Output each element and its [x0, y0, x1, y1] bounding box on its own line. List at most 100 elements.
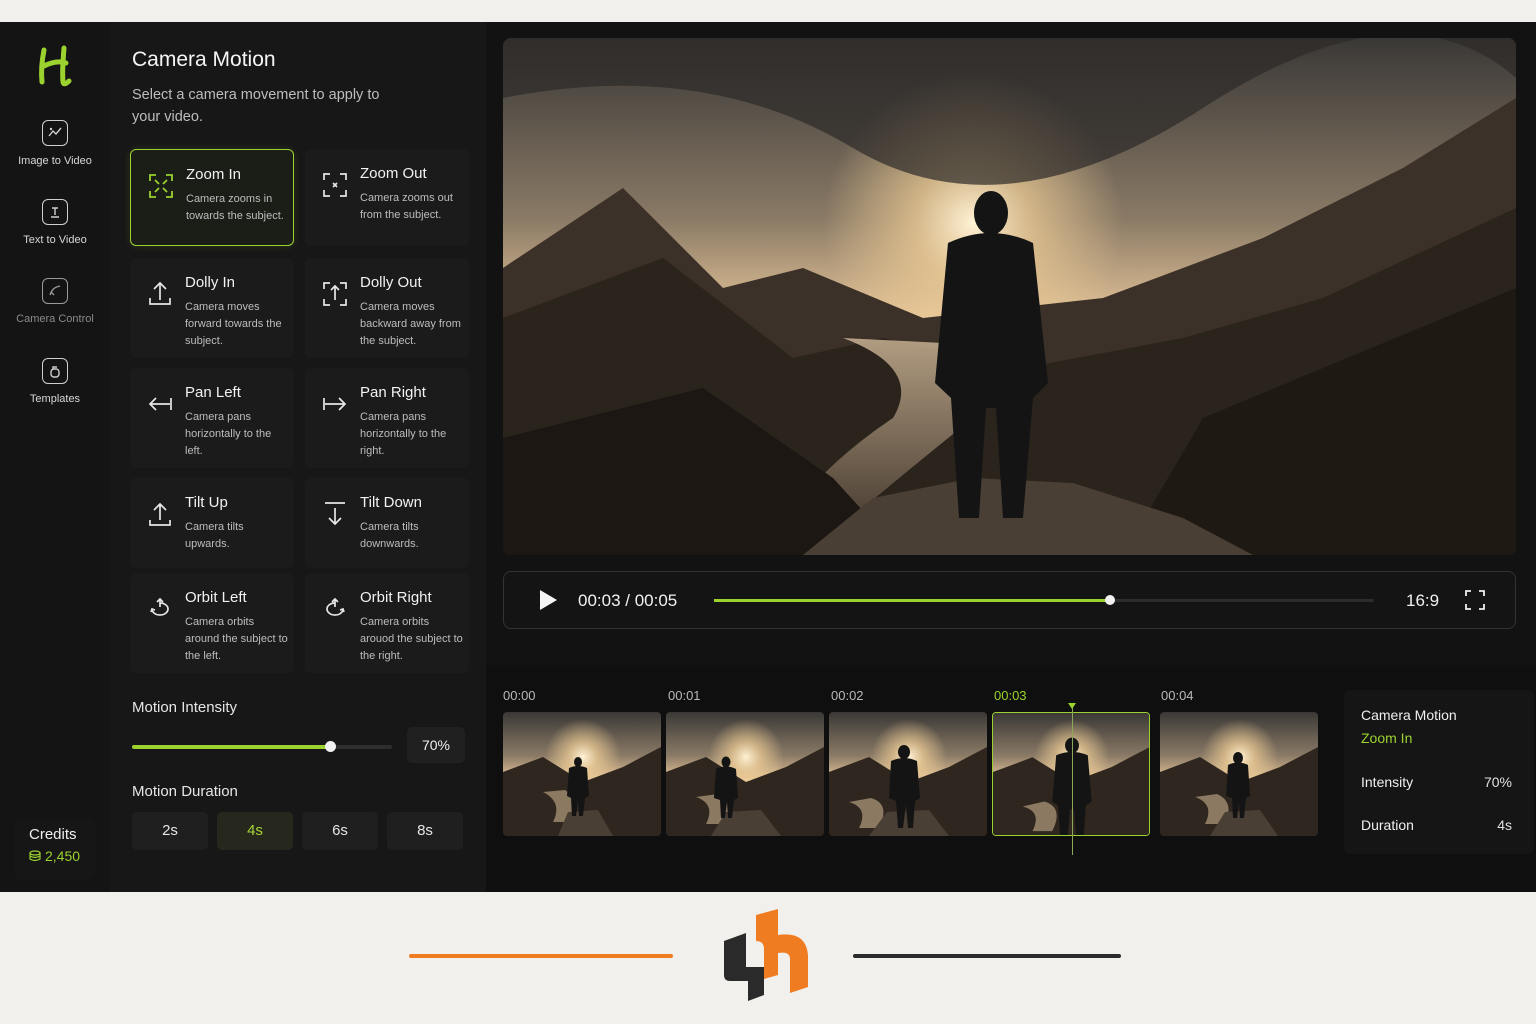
- motion-desc: Camera orbits around the subject to the …: [185, 616, 288, 662]
- image-video-icon: [42, 120, 68, 146]
- motion-card-dolly-out[interactable]: Dolly Out Camera moves backward away fro…: [305, 258, 469, 358]
- motion-name: Zoom Out: [360, 165, 427, 182]
- timeline-frame[interactable]: [503, 712, 661, 836]
- pan-left-icon: [148, 397, 172, 411]
- intensity-slider-fill: [132, 745, 330, 749]
- timeline-tick: 00:01: [668, 688, 701, 703]
- orbit-left-icon: [150, 597, 169, 616]
- motion-name: Orbit Left: [185, 589, 247, 606]
- playhead-marker-icon[interactable]: [1068, 703, 1076, 709]
- motion-desc: Camera moves forward towards the subject…: [185, 301, 282, 347]
- motion-card-pan-left[interactable]: Pan Left Camera pans horizontally to the…: [130, 368, 294, 468]
- summary-duration-label: Duration: [1361, 817, 1414, 833]
- motion-card-tilt-up[interactable]: Tilt Up Camera tilts upwards.: [130, 478, 294, 568]
- duration-button[interactable]: 6s: [302, 812, 378, 850]
- motion-name: Pan Left: [185, 384, 241, 401]
- timeline-tick: 00:00: [503, 688, 536, 703]
- summary-motion-label: Camera Motion: [1361, 707, 1457, 723]
- player-controls: 00:03 / 00:05 16:9: [503, 571, 1516, 629]
- motion-card-zoom-out[interactable]: Zoom Out Camera zooms out from the subje…: [305, 149, 469, 246]
- timeline-tick: 00:02: [831, 688, 864, 703]
- nav-label: Camera Control: [16, 313, 94, 325]
- pan-right-icon: [323, 397, 347, 411]
- zoom-out-icon: [323, 173, 347, 197]
- timeline-frame[interactable]: [829, 712, 987, 836]
- motion-name: Pan Right: [360, 384, 426, 401]
- left-rail: Image to Video Text to Video Camera Cont…: [0, 22, 110, 892]
- app-logo[interactable]: [36, 44, 76, 88]
- motion-desc: Camera zooms in towards the subject.: [186, 193, 284, 222]
- motion-intensity-label: Motion Intensity: [132, 699, 238, 716]
- intensity-slider[interactable]: [132, 741, 392, 752]
- intensity-slider-thumb[interactable]: [324, 741, 336, 752]
- nav-camera-control[interactable]: Camera Control: [0, 278, 110, 325]
- summary-intensity-label: Intensity: [1361, 774, 1414, 790]
- zoom-in-icon: [149, 174, 173, 198]
- nav-label: Templates: [29, 393, 81, 405]
- motion-card-zoom-in[interactable]: Zoom In Camera zooms in towards the subj…: [130, 149, 294, 246]
- orbit-right-icon: [326, 597, 345, 616]
- timecode: 00:03 / 00:05: [578, 591, 678, 610]
- credits-amount: 2,450: [45, 848, 81, 864]
- motion-name: Tilt Up: [185, 494, 228, 511]
- timeline-playhead[interactable]: [1072, 707, 1073, 855]
- tilt-up-icon: [149, 502, 171, 526]
- app-window: Image to Video Text to Video Camera Cont…: [0, 22, 1536, 892]
- seek-bar-fill: [714, 599, 1110, 602]
- fullscreen-icon[interactable]: [1464, 589, 1486, 611]
- motion-desc: Camera pans horizontally to the left.: [185, 411, 272, 457]
- nav-label: Text to Video: [23, 234, 87, 246]
- motion-desc: Camera moves backward away from the subj…: [360, 301, 461, 347]
- nav-label: Image to Video: [18, 155, 92, 167]
- motion-name: Dolly Out: [360, 274, 422, 291]
- motion-name: Tilt Down: [360, 494, 422, 511]
- dolly-in-icon: [149, 281, 171, 305]
- duration-button[interactable]: 2s: [132, 812, 208, 850]
- summary-duration-value: 4s: [1497, 817, 1512, 833]
- timeline-frame-current[interactable]: [992, 712, 1150, 836]
- coins-icon: [29, 850, 41, 862]
- brand-divider-left: [409, 954, 673, 958]
- motion-desc: Camera tilts upwards.: [185, 521, 244, 550]
- intensity-value[interactable]: 70%: [407, 727, 465, 763]
- templates-icon: [42, 358, 68, 384]
- dolly-out-icon: [323, 282, 347, 306]
- nav-templates[interactable]: Templates: [0, 358, 110, 405]
- motion-card-pan-right[interactable]: Pan Right Camera pans horizontally to th…: [305, 368, 469, 468]
- nav-image-to-video[interactable]: Image to Video: [0, 120, 110, 167]
- motion-name: Dolly In: [185, 274, 236, 291]
- motion-card-dolly-in[interactable]: Dolly In Camera moves forward towards th…: [130, 258, 294, 358]
- camera-motion-panel: Camera Motion Select a camera movement t…: [110, 22, 486, 892]
- tilt-down-icon: [325, 502, 345, 526]
- motion-card-orbit-left[interactable]: Orbit Left Camera orbits around the subj…: [130, 573, 294, 673]
- timeline-tick-current: 00:03: [994, 688, 1027, 703]
- play-icon[interactable]: [538, 589, 558, 611]
- motion-name: Zoom In: [186, 166, 242, 183]
- summary-motion-value: Zoom In: [1361, 730, 1413, 746]
- brand-divider-right: [853, 954, 1121, 958]
- video-preview[interactable]: [503, 38, 1516, 555]
- motion-card-tilt-down[interactable]: Tilt Down Camera tilts downwards.: [305, 478, 469, 568]
- motion-card-orbit-right[interactable]: Orbit Right Camera orbits arouod the sub…: [305, 573, 469, 673]
- timeline-tick: 00:04: [1161, 688, 1194, 703]
- seek-bar[interactable]: [714, 595, 1374, 605]
- motion-desc: Camera orbits arouod the subject to the …: [360, 616, 463, 662]
- timeline-frame[interactable]: [1160, 712, 1318, 836]
- aspect-ratio[interactable]: 16:9: [1406, 591, 1439, 611]
- motion-name: Orbit Right: [360, 589, 432, 606]
- camera-control-icon: [42, 278, 68, 304]
- motion-duration-label: Motion Duration: [132, 783, 238, 800]
- panel-subtitle: Select a camera movement to apply to you…: [132, 87, 380, 125]
- credits-label: Credits: [29, 826, 77, 843]
- motion-desc: Camera pans horizontally to the right.: [360, 411, 447, 457]
- motion-desc: Camera tilts downwards.: [360, 521, 419, 550]
- brand-logo-icon: [724, 909, 808, 1001]
- seek-bar-thumb[interactable]: [1105, 595, 1115, 605]
- text-video-icon: [42, 199, 68, 225]
- summary-intensity-value: 70%: [1483, 774, 1512, 790]
- nav-text-to-video[interactable]: Text to Video: [0, 199, 110, 246]
- duration-button-selected[interactable]: 4s: [217, 812, 293, 850]
- duration-button[interactable]: 8s: [387, 812, 463, 850]
- timeline-frame[interactable]: [666, 712, 824, 836]
- credits-widget[interactable]: Credits 2,450: [14, 818, 96, 880]
